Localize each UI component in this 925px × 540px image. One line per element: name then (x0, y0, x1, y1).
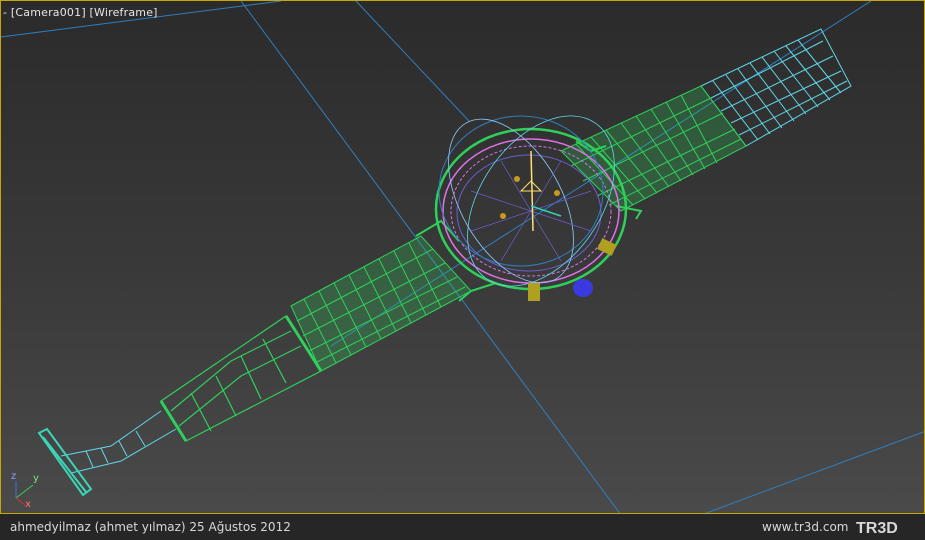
viewport-menu[interactable]: - (3, 6, 7, 19)
pusher[interactable] (528, 283, 540, 301)
shading-mode-label[interactable]: [Wireframe] (90, 6, 158, 19)
pusher[interactable] (597, 238, 617, 256)
guide-line (704, 431, 924, 513)
buckle[interactable] (37, 427, 93, 497)
subdial-marker (500, 213, 506, 219)
camera-label[interactable]: [Camera001] (11, 6, 86, 19)
strap-links-left[interactable] (290, 235, 472, 372)
axis-x-label: x (25, 499, 31, 510)
crown-pushers[interactable] (528, 238, 617, 301)
wireframe-scene[interactable]: z y x (1, 1, 925, 514)
hand-marker (519, 180, 543, 192)
dial (456, 154, 602, 272)
subdial-marker (554, 190, 560, 196)
axis-gizmo: z y x (11, 471, 39, 510)
subdial-marker (514, 176, 520, 182)
viewport-label: - [Camera001] [Wireframe] (3, 6, 158, 19)
hand (530, 205, 562, 217)
crown[interactable] (573, 279, 593, 297)
author-credit: ahmedyilmaz (ahmet yılmaz) 25 Ağustos 20… (10, 520, 291, 534)
logo-text: TR3D (856, 520, 898, 537)
guide-line (355, 1, 470, 122)
axis-y-label: y (33, 473, 39, 484)
strap-clasp[interactable] (159, 315, 323, 442)
strap-tail[interactable] (60, 410, 177, 474)
axis-z-label: z (11, 471, 16, 482)
footer: ahmedyilmaz (ahmet yılmaz) 25 Ağustos 20… (0, 514, 925, 540)
viewport[interactable]: z y x - [Camera001] [Wireframe] (0, 0, 925, 514)
tr3d-logo: TR3D (856, 520, 898, 537)
site-link[interactable]: www.tr3d.com (762, 520, 849, 534)
